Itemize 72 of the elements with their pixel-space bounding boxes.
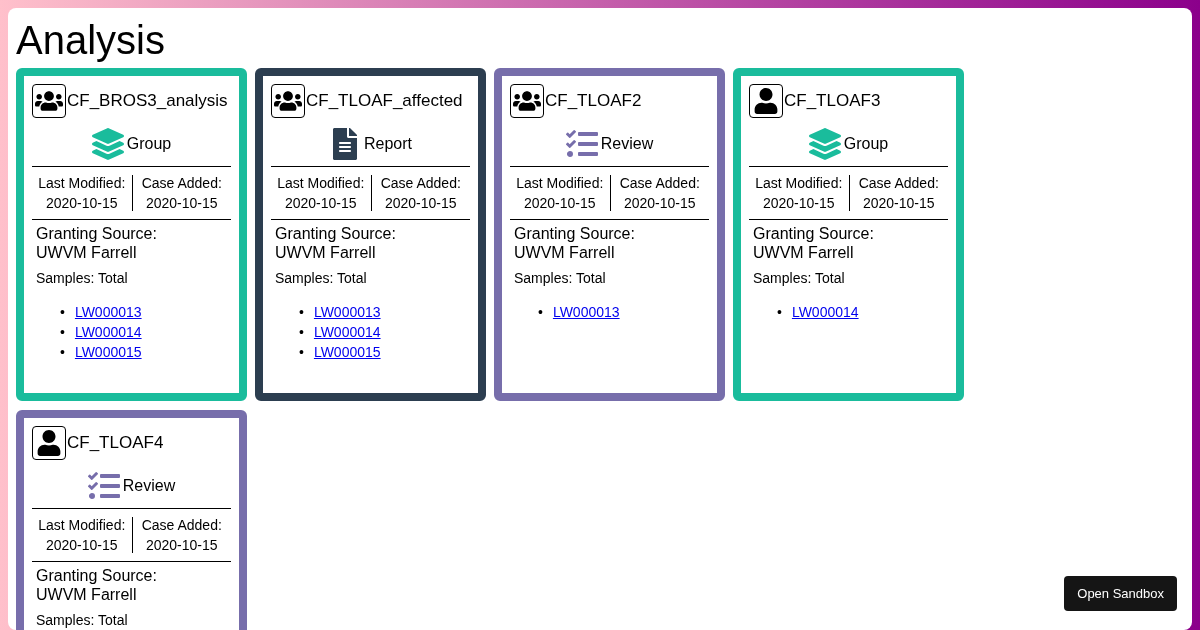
- checklist-icon: [87, 470, 120, 502]
- open-sandbox-button[interactable]: Open Sandbox: [1064, 576, 1177, 611]
- date-label: Last Modified:: [516, 175, 604, 191]
- people-icon: [32, 84, 66, 118]
- source-label: Granting Source:: [275, 224, 397, 243]
- source-value: UWVM Farrell: [36, 243, 138, 262]
- date-value: 2020-10-15: [45, 195, 118, 211]
- date-label: Case Added:: [619, 175, 700, 191]
- source-label: Granting Source:: [36, 224, 158, 243]
- date-label: Case Added:: [380, 175, 461, 191]
- source-label: Granting Source:: [36, 566, 158, 585]
- people-icon: [510, 84, 544, 118]
- sample-link[interactable]: LW000013: [552, 302, 620, 322]
- person-icon: [32, 426, 66, 460]
- source-label: Granting Source:: [514, 224, 636, 243]
- bullet: •: [299, 303, 304, 322]
- case-type: Report: [364, 135, 412, 153]
- date-label: Case Added:: [141, 175, 222, 191]
- date-label: Last Modified:: [38, 517, 126, 533]
- case-name: CF_TLOAF2: [545, 91, 642, 111]
- samples-label: Samples: Total: [752, 269, 846, 286]
- case-name: CF_TLOAF4: [67, 433, 164, 453]
- bullet: •: [299, 323, 304, 342]
- date-value: 2020-10-15: [384, 195, 457, 211]
- date-label: Case Added:: [141, 517, 222, 533]
- source-label: Granting Source:: [753, 224, 875, 243]
- sample-link[interactable]: LW000015: [313, 342, 381, 362]
- bullet: •: [60, 303, 65, 322]
- date-value: 2020-10-15: [145, 537, 218, 553]
- bullet: •: [538, 303, 543, 322]
- sample-link[interactable]: LW000014: [74, 322, 142, 342]
- date-label: Last Modified:: [277, 175, 365, 191]
- source-value: UWVM Farrell: [753, 243, 855, 262]
- date-label: Case Added:: [858, 175, 939, 191]
- samples-label: Samples: Total: [513, 269, 607, 286]
- layers-icon: [91, 128, 124, 160]
- case-type: Group: [843, 135, 889, 153]
- case-name: CF_TLOAF3: [784, 91, 881, 111]
- case-name: CF_BROS3_analysis: [67, 91, 228, 111]
- bullet: •: [777, 303, 782, 322]
- samples-label: Samples: Total: [35, 269, 129, 286]
- date-label: Last Modified:: [38, 175, 126, 191]
- date-value: 2020-10-15: [862, 195, 935, 211]
- date-value: 2020-10-15: [284, 195, 357, 211]
- samples-label: Samples: Total: [274, 269, 368, 286]
- case-name: CF_TLOAF_affected: [306, 91, 463, 111]
- samples-label: Samples: Total: [35, 611, 129, 628]
- date-value: 2020-10-15: [523, 195, 596, 211]
- sample-link[interactable]: LW000013: [74, 302, 142, 322]
- checklist-icon: [565, 128, 598, 160]
- case-type: Review: [600, 135, 654, 153]
- sample-link[interactable]: LW000015: [74, 342, 142, 362]
- layers-icon: [808, 128, 841, 160]
- bullet: •: [60, 323, 65, 342]
- date-value: 2020-10-15: [145, 195, 218, 211]
- sample-link[interactable]: LW000014: [791, 302, 859, 322]
- case-type: Review: [122, 477, 176, 495]
- bullet: •: [60, 343, 65, 362]
- date-value: 2020-10-15: [762, 195, 835, 211]
- source-value: UWVM Farrell: [275, 243, 377, 262]
- source-value: UWVM Farrell: [514, 243, 616, 262]
- sample-link[interactable]: LW000014: [313, 322, 381, 342]
- date-value: 2020-10-15: [623, 195, 696, 211]
- date-value: 2020-10-15: [45, 537, 118, 553]
- person-icon: [749, 84, 783, 118]
- page-title: Analysis: [16, 17, 166, 64]
- people-icon: [271, 84, 305, 118]
- date-label: Last Modified:: [755, 175, 843, 191]
- source-value: UWVM Farrell: [36, 585, 138, 604]
- bullet: •: [299, 343, 304, 362]
- case-type: Group: [126, 135, 172, 153]
- sample-link[interactable]: LW000013: [313, 302, 381, 322]
